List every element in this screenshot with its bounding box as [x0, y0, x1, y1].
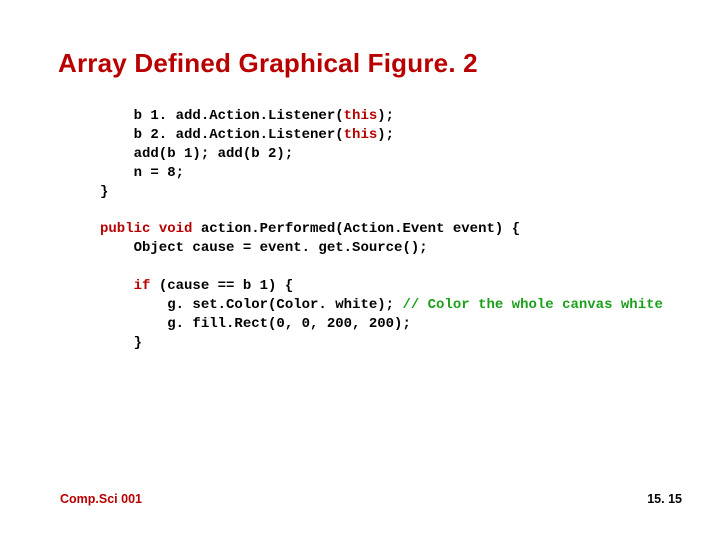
code-line: n = 8; [100, 165, 184, 181]
code-line: action.Performed(Action.Event event) { [192, 221, 520, 237]
code-line [150, 221, 158, 237]
code-line: b 2. add.Action.Listener( [100, 127, 344, 143]
footer-course: Comp.Sci 001 [60, 492, 142, 506]
code-line: (cause == b 1) { [150, 278, 293, 294]
keyword-public: public [100, 221, 150, 237]
code-line: b 1. add.Action.Listener( [100, 108, 344, 124]
code-line: g. set.Color(Color. white); [100, 297, 402, 313]
code-line: add(b 1); add(b 2); [100, 146, 293, 162]
keyword-if: if [134, 278, 151, 294]
code-line: Object cause = event. get.Source(); [100, 240, 428, 256]
keyword-void: void [159, 221, 193, 237]
code-line: g. fill.Rect(0, 0, 200, 200); [100, 316, 411, 332]
code-line: } [100, 184, 108, 200]
code-line: ); [377, 108, 394, 124]
keyword-this: this [344, 127, 378, 143]
code-block: b 1. add.Action.Listener(this); b 2. add… [100, 107, 662, 353]
footer-page: 15. 15 [647, 492, 682, 506]
code-line: ); [377, 127, 394, 143]
keyword-this: this [344, 108, 378, 124]
code-line [100, 278, 134, 294]
code-line: } [100, 335, 142, 351]
comment: // Color the whole canvas white [402, 297, 662, 313]
slide-title: Array Defined Graphical Figure. 2 [58, 48, 662, 79]
